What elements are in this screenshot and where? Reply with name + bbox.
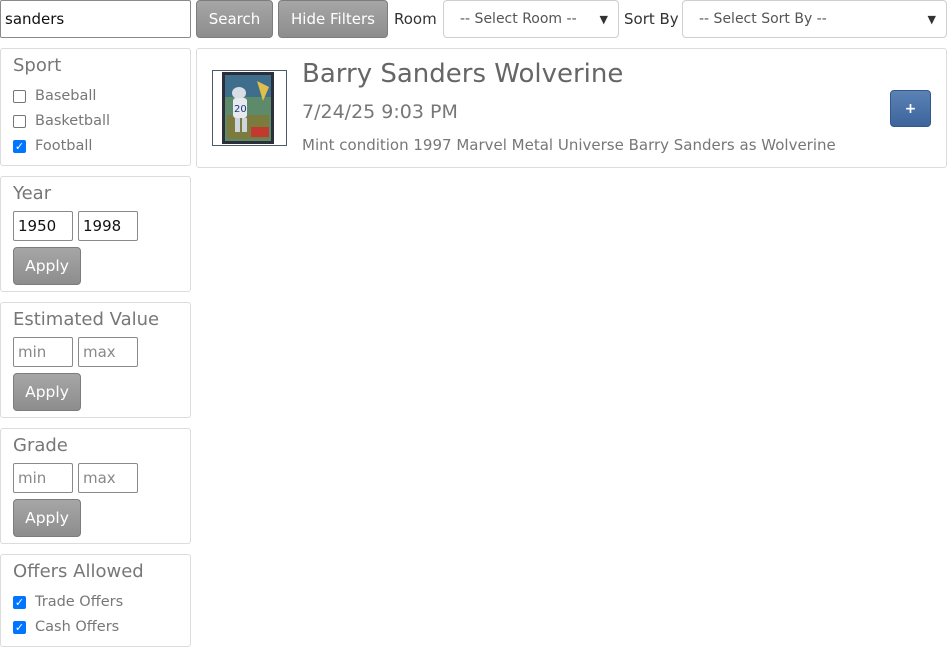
sport-option-label: Basketball <box>35 113 111 129</box>
grade-max-input[interactable] <box>78 463 138 493</box>
top-toolbar: Search Hide Filters Room -- Select Room … <box>0 0 947 40</box>
year-filter-title: Year <box>13 183 52 204</box>
checkbox-unchecked[interactable] <box>13 89 26 103</box>
result-title[interactable]: Barry Sanders Wolverine <box>302 59 623 89</box>
year-apply-button[interactable]: Apply <box>13 247 81 285</box>
offers-allowed-filter-panel: Offers Allowed Trade Offers Cash Offers <box>0 554 191 647</box>
search-button[interactable]: Search <box>196 0 273 38</box>
estimated-value-filter-title: Estimated Value <box>13 309 160 330</box>
search-input[interactable] <box>0 0 191 38</box>
offer-option-trade[interactable]: Trade Offers <box>13 591 123 613</box>
grade-filter-panel: Grade Apply <box>0 428 191 544</box>
checkbox-checked[interactable] <box>13 139 26 153</box>
grade-filter-title: Grade <box>13 435 68 456</box>
sort-by-select-value: -- Select Sort By -- <box>699 11 827 27</box>
estimated-value-max-input[interactable] <box>78 337 138 367</box>
chevron-down-icon: ▼ <box>599 12 608 26</box>
sport-option-baseball[interactable]: Baseball <box>13 85 96 107</box>
offer-option-label: Cash Offers <box>35 619 120 635</box>
sort-by-label: Sort By <box>624 10 679 28</box>
estimated-value-min-input[interactable] <box>13 337 73 367</box>
checkbox-unchecked[interactable] <box>13 114 26 128</box>
hide-filters-button[interactable]: Hide Filters <box>278 0 388 38</box>
result-description: Mint condition 1997 Marvel Metal Univers… <box>302 136 836 154</box>
year-min-input[interactable] <box>13 211 73 241</box>
estimated-value-apply-button[interactable]: Apply <box>13 373 81 411</box>
year-range-inputs <box>13 211 143 241</box>
sport-filter-panel: Sport Baseball Basketball Football <box>0 48 191 166</box>
add-item-button[interactable]: + <box>890 90 931 127</box>
grade-apply-button[interactable]: Apply <box>13 499 81 537</box>
room-label: Room <box>394 10 437 28</box>
year-max-input[interactable] <box>78 211 138 241</box>
grade-min-input[interactable] <box>13 463 73 493</box>
sport-option-basketball[interactable]: Basketball <box>13 110 110 132</box>
grade-range-inputs <box>13 463 143 493</box>
result-card[interactable]: 20 Barry Sanders Wolverine 7/24/25 9:03 … <box>196 48 947 168</box>
checkbox-checked[interactable] <box>13 595 26 609</box>
estimated-value-filter-panel: Estimated Value Apply <box>0 302 191 418</box>
sport-option-label: Baseball <box>35 88 97 104</box>
result-date: 7/24/25 9:03 PM <box>302 101 458 123</box>
room-select-value: -- Select Room -- <box>460 11 577 27</box>
estimated-value-range-inputs <box>13 337 143 367</box>
trading-card-image: 20 <box>213 71 286 145</box>
room-select[interactable]: -- Select Room -- ▼ <box>443 0 619 38</box>
year-filter-panel: Year Apply <box>0 176 191 292</box>
sport-option-football[interactable]: Football <box>13 135 92 157</box>
offers-allowed-filter-title: Offers Allowed <box>13 561 144 582</box>
offer-option-label: Trade Offers <box>35 594 124 610</box>
chevron-down-icon: ▼ <box>927 12 936 26</box>
card-thumbnail[interactable]: 20 <box>212 70 287 146</box>
sport-option-label: Football <box>35 138 93 154</box>
svg-text:20: 20 <box>234 104 247 115</box>
plus-icon: + <box>904 100 917 117</box>
offer-option-cash[interactable]: Cash Offers <box>13 616 119 638</box>
sport-filter-title: Sport <box>13 55 62 76</box>
checkbox-checked[interactable] <box>13 620 26 634</box>
sort-by-select[interactable]: -- Select Sort By -- ▼ <box>682 0 947 38</box>
